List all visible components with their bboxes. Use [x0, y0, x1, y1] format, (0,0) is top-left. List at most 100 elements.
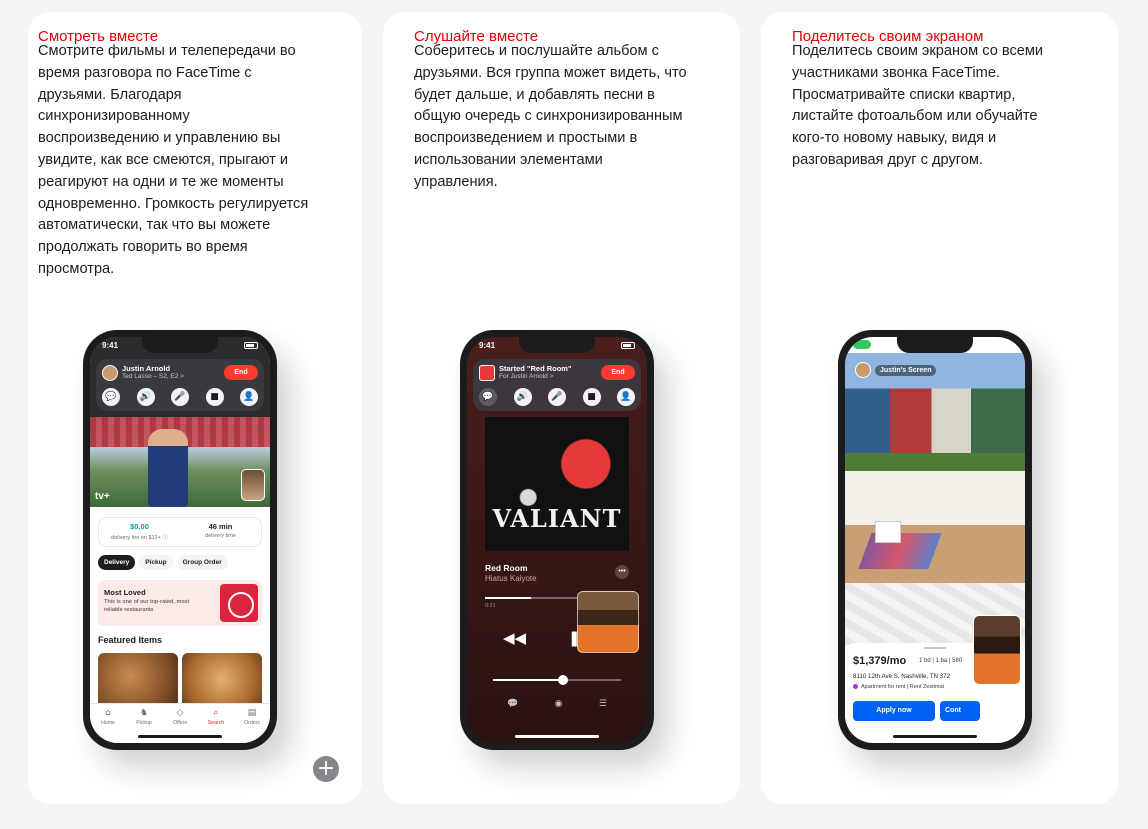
- camera-icon[interactable]: ■: [582, 388, 601, 406]
- volume-fill: [493, 679, 564, 681]
- body-line: Соберитесь и послушайте альбом с: [414, 43, 659, 59]
- camera-icon[interactable]: ■: [205, 388, 224, 406]
- body-line: автоматически, так что вы можете: [38, 217, 271, 234]
- battery-icon: [999, 342, 1013, 349]
- search-icon: ⌕: [213, 708, 219, 718]
- body-line: Смотрите фильмы и телепередачи во: [38, 43, 296, 59]
- more-options-icon[interactable]: •••: [615, 565, 629, 579]
- album-art-title: VALIANT: [492, 504, 622, 533]
- contact-button[interactable]: Cont: [940, 701, 980, 721]
- end-call-button[interactable]: End: [224, 365, 258, 380]
- shared-video[interactable]: tv+: [90, 417, 270, 507]
- body-line: Поделитесь своим экраном со всеми: [792, 43, 1044, 59]
- pill-delivery[interactable]: Delivery: [98, 555, 136, 570]
- track-title: Red Room: [485, 563, 528, 573]
- body-line: кого-то новому навыку, видя и: [792, 130, 997, 147]
- mic-icon[interactable]: 🎤: [548, 388, 566, 406]
- track-artist[interactable]: Hiatus Kaiyote: [485, 574, 537, 583]
- pip-video[interactable]: [973, 615, 1021, 685]
- message-icon[interactable]: 💬: [479, 388, 497, 406]
- body-line: Просматривайте списки квартир,: [792, 86, 1016, 103]
- shareplay-subtitle[interactable]: For Justin Arnold >: [499, 373, 553, 380]
- tab-label: Pickup: [136, 720, 152, 726]
- body-line: одновременно. Громкость регулируется: [38, 195, 309, 212]
- speaker-icon[interactable]: 🔊: [513, 388, 532, 406]
- body-line: просмотра.: [38, 260, 115, 277]
- body-line: время разговора по FaceTime с: [38, 64, 252, 81]
- delivery-fee-value: $0.00: [130, 522, 149, 531]
- phone-screen: 9:41 Started "Red Room" For Justin Arnol…: [467, 337, 647, 743]
- delivery-time-label: delivery time: [205, 533, 236, 539]
- pip-video[interactable]: [241, 469, 265, 501]
- message-icon[interactable]: 💬: [102, 388, 120, 406]
- most-loved-banner[interactable]: Most Loved This is one of our top-rated,…: [98, 580, 262, 626]
- album-thumb-icon: [479, 365, 495, 381]
- airplay-icon[interactable]: ◉: [555, 699, 563, 709]
- call-active-indicator[interactable]: [853, 340, 871, 349]
- card-share-screen: Поделитесь своим экраном Поделитесь свои…: [761, 12, 1118, 804]
- shareplay-title: Started "Red Room": [499, 364, 572, 373]
- shareplay-icon[interactable]: 👤: [240, 388, 258, 406]
- end-call-button[interactable]: End: [601, 365, 635, 380]
- tab-label: Home: [101, 720, 115, 726]
- pill-group-order[interactable]: Group Order: [176, 555, 228, 570]
- page: Смотреть вместе Смотрите фильмы и телепе…: [0, 0, 1148, 829]
- apple-tv-logo: tv+: [95, 491, 110, 502]
- facetime-controls: 💬 🔊 🎤 ■ 👤: [102, 388, 258, 406]
- card-body: Соберитесь и послушайте альбом с друзьям…: [414, 41, 687, 194]
- phone-screen: Justin's Screen $1,379/mo 1 bd | 1 ba | …: [845, 337, 1025, 743]
- facetime-panel: Justin Arnold Ted Lasso – S2, E2 > End 💬…: [96, 359, 264, 411]
- delivery-time: 46 min delivery time: [180, 522, 261, 539]
- status-bar: 9:41: [479, 341, 635, 353]
- tab-label: Orders: [244, 720, 260, 726]
- tag-icon: ◇: [176, 708, 184, 718]
- featured-heading: Featured Items: [98, 635, 163, 645]
- progress-fill: [485, 597, 532, 599]
- apply-now-button[interactable]: Apply now: [853, 701, 935, 721]
- sheet-grabber[interactable]: [924, 647, 946, 649]
- elapsed-time: 0:21: [485, 603, 496, 609]
- body-line: будет дальше, и добавлять песни в: [414, 86, 655, 103]
- mic-icon[interactable]: 🎤: [171, 388, 189, 406]
- rewind-icon[interactable]: ◀◀: [503, 629, 526, 647]
- shareplay-icon[interactable]: 👤: [617, 388, 635, 406]
- tab-label: Search: [207, 720, 225, 726]
- home-indicator: [893, 735, 977, 738]
- promo-description: This is one of our top-rated, most relia…: [104, 599, 190, 613]
- pill-pickup[interactable]: Pickup: [139, 555, 173, 570]
- body-line: воспроизведению и управлению вы: [38, 130, 281, 147]
- tab-home[interactable]: ⌂ Home: [93, 708, 123, 743]
- speaker-icon[interactable]: 🔊: [136, 388, 155, 406]
- caller-subtitle[interactable]: Ted Lasso – S2, E2 >: [122, 373, 184, 380]
- card-body: Смотрите фильмы и телепередачи во время …: [38, 41, 308, 281]
- order-mode-pills: Delivery Pickup Group Order: [98, 555, 228, 570]
- listing-specs: 1 bd | 1 ba | 580: [919, 658, 963, 664]
- promo-title: Most Loved: [104, 588, 146, 597]
- body-line: друзьями. Вся группа может видеть, что: [414, 64, 687, 81]
- phone-screen: 9:41 Justin Arnold Ted Lasso – S2, E2 > …: [90, 337, 270, 743]
- album-art[interactable]: VALIANT: [485, 417, 629, 551]
- facetime-controls: 💬 🔊 🎤 ■ 👤: [479, 388, 635, 406]
- delivery-fee: $0.00 delivery fee on $12+ ⓘ: [99, 522, 180, 541]
- battery-icon: [244, 342, 258, 349]
- listing-price: $1,379/mo: [853, 655, 907, 667]
- volume-knob[interactable]: [558, 675, 569, 685]
- tab-orders[interactable]: ▤ Orders: [237, 708, 267, 743]
- iphone-mockup-listen: 9:41 Started "Red Room" For Justin Arnol…: [460, 330, 654, 750]
- volume-slider[interactable]: [493, 675, 621, 685]
- body-line: друзьями. Благодаря: [38, 86, 182, 103]
- body-line: листайте фотоальбом или обучайте: [792, 108, 1038, 125]
- home-indicator: [515, 735, 599, 738]
- listing-tag-text: Apartment for rent | Rent Zestimat: [861, 684, 945, 690]
- add-button[interactable]: +: [313, 756, 339, 782]
- home-icon: ⌂: [105, 708, 111, 718]
- queue-icon[interactable]: ☰: [599, 699, 607, 709]
- pip-video[interactable]: [577, 591, 639, 653]
- sharer-label[interactable]: Justin's Screen: [875, 364, 937, 376]
- lyrics-icon[interactable]: 💬: [507, 699, 518, 709]
- body-line: управления.: [414, 173, 498, 190]
- status-time: 9:41: [479, 341, 496, 350]
- caller-name: Justin Arnold: [122, 364, 171, 373]
- listing-photo-interior[interactable]: [845, 471, 1025, 583]
- iphone-mockup-watch: 9:41 Justin Arnold Ted Lasso – S2, E2 > …: [83, 330, 277, 750]
